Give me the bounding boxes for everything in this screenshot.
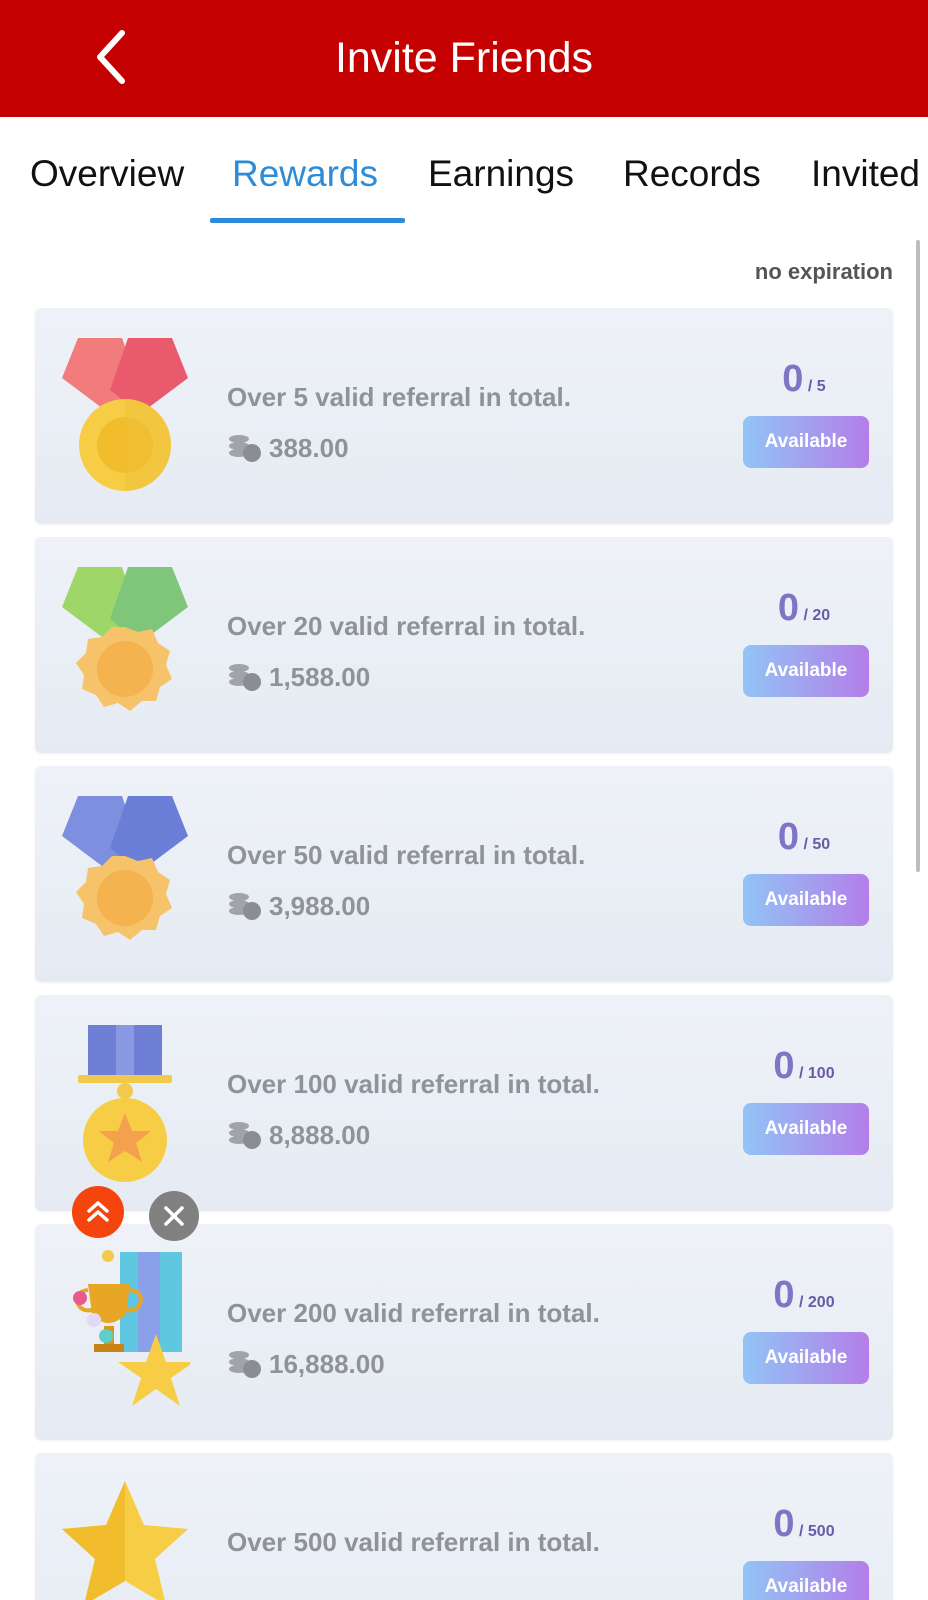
scroll-top-button[interactable] bbox=[72, 1186, 124, 1238]
progress-count: 0 bbox=[773, 1274, 795, 1316]
reward-amount: 8,888.00 bbox=[269, 1119, 371, 1150]
trophy-star-ribbon-icon bbox=[73, 1250, 190, 1406]
available-button[interactable]: Available bbox=[743, 645, 869, 697]
reward-amount-row: 16,888.00 bbox=[227, 1346, 385, 1382]
close-floating-button[interactable] bbox=[149, 1191, 199, 1241]
coins-icon bbox=[229, 664, 261, 691]
coins-icon bbox=[229, 1122, 261, 1149]
close-icon bbox=[164, 1206, 184, 1226]
reward-amount-row: 1,588.00 bbox=[227, 659, 370, 695]
referral-progress: 0 / 500 bbox=[739, 1503, 869, 1546]
progress-total: 500 bbox=[807, 1523, 835, 1540]
reward-amount-row: 3,988.00 bbox=[227, 888, 370, 924]
tab-earnings[interactable]: Earnings bbox=[428, 153, 574, 195]
reward-amount-row: 8,888.00 bbox=[227, 1117, 370, 1153]
reward-card: Over 50 valid referral in total. 3,988.0… bbox=[35, 766, 893, 982]
progress-total: 50 bbox=[812, 836, 831, 853]
referral-progress: 0 / 50 bbox=[739, 816, 869, 859]
progress-separator: / bbox=[794, 1294, 808, 1311]
reward-amount: 16,888.00 bbox=[269, 1348, 385, 1379]
progress-separator: / bbox=[794, 1523, 808, 1540]
reward-description: Over 50 valid referral in total. bbox=[227, 840, 586, 870]
reward-card: Over 500 valid referral in total. 0 / 50… bbox=[35, 1453, 893, 1600]
available-button[interactable]: Available bbox=[743, 416, 869, 468]
referral-progress: 0 / 5 bbox=[739, 358, 869, 401]
reward-description: Over 500 valid referral in total. bbox=[227, 1527, 600, 1557]
reward-card: Over 5 valid referral in total. 388.00 0… bbox=[35, 308, 893, 524]
tab-rewards[interactable]: Rewards bbox=[232, 153, 378, 195]
reward-card: Over 100 valid referral in total. 8,888.… bbox=[35, 995, 893, 1211]
available-button[interactable]: Available bbox=[743, 1332, 869, 1384]
scrollbar[interactable] bbox=[916, 240, 920, 872]
progress-total: 100 bbox=[807, 1065, 835, 1082]
page-title: Invite Friends bbox=[334, 34, 594, 82]
referral-progress: 0 / 200 bbox=[739, 1274, 869, 1317]
coins-icon bbox=[229, 1351, 261, 1378]
progress-count: 0 bbox=[773, 1503, 795, 1545]
progress-separator: / bbox=[799, 836, 813, 853]
gold-star-icon bbox=[62, 1481, 188, 1600]
reward-amount: 3,988.00 bbox=[269, 890, 371, 921]
double-chevron-up-icon bbox=[87, 1201, 109, 1222]
reward-description: Over 5 valid referral in total. bbox=[227, 382, 571, 412]
progress-count: 0 bbox=[777, 816, 799, 858]
app-header: Invite Friends bbox=[0, 0, 928, 117]
progress-count: 0 bbox=[782, 358, 804, 400]
progress-count: 0 bbox=[773, 1045, 795, 1087]
referral-progress: 0 / 100 bbox=[739, 1045, 869, 1088]
available-button[interactable]: Available bbox=[743, 1561, 869, 1600]
progress-separator: / bbox=[803, 378, 817, 395]
reward-amount: 388.00 bbox=[269, 432, 349, 463]
referral-progress: 0 / 20 bbox=[739, 587, 869, 630]
reward-amount-row: 388.00 bbox=[227, 430, 349, 466]
reward-amount: 1,588.00 bbox=[269, 661, 371, 692]
expiry-note: no expiration bbox=[754, 259, 893, 284]
blue-ribbon-orange-medal-icon bbox=[62, 796, 188, 940]
rewards-list[interactable]: no expiration Over 5 valid referral in t… bbox=[0, 227, 928, 1600]
reward-description: Over 200 valid referral in total. bbox=[227, 1298, 600, 1328]
progress-total: 200 bbox=[807, 1294, 835, 1311]
tab-records[interactable]: Records bbox=[623, 153, 761, 195]
available-button[interactable]: Available bbox=[743, 1103, 869, 1155]
progress-count: 0 bbox=[777, 587, 799, 629]
green-ribbon-orange-medal-icon bbox=[62, 567, 188, 711]
coins-icon bbox=[229, 893, 261, 920]
red-ribbon-gold-medal-icon bbox=[62, 338, 188, 491]
tab-bar: Overview Rewards Earnings Records Invite… bbox=[0, 117, 928, 227]
coins-icon bbox=[229, 435, 261, 462]
page: Invite Friends Overview Rewards Earnings… bbox=[0, 0, 928, 1600]
star-medal-icon bbox=[78, 1025, 172, 1182]
reward-description: Over 100 valid referral in total. bbox=[227, 1069, 600, 1099]
progress-separator: / bbox=[794, 1065, 808, 1082]
reward-card: Over 200 valid referral in total. 16,888… bbox=[35, 1224, 893, 1440]
active-tab-indicator bbox=[210, 218, 405, 223]
tab-invited[interactable]: Invited bbox=[811, 153, 920, 195]
progress-total: 5 bbox=[816, 378, 826, 395]
progress-separator: / bbox=[799, 607, 813, 624]
available-button[interactable]: Available bbox=[743, 874, 869, 926]
tab-overview[interactable]: Overview bbox=[30, 153, 184, 195]
reward-description: Over 20 valid referral in total. bbox=[227, 611, 586, 641]
reward-card: Over 20 valid referral in total. 1,588.0… bbox=[35, 537, 893, 753]
progress-total: 20 bbox=[812, 607, 831, 624]
